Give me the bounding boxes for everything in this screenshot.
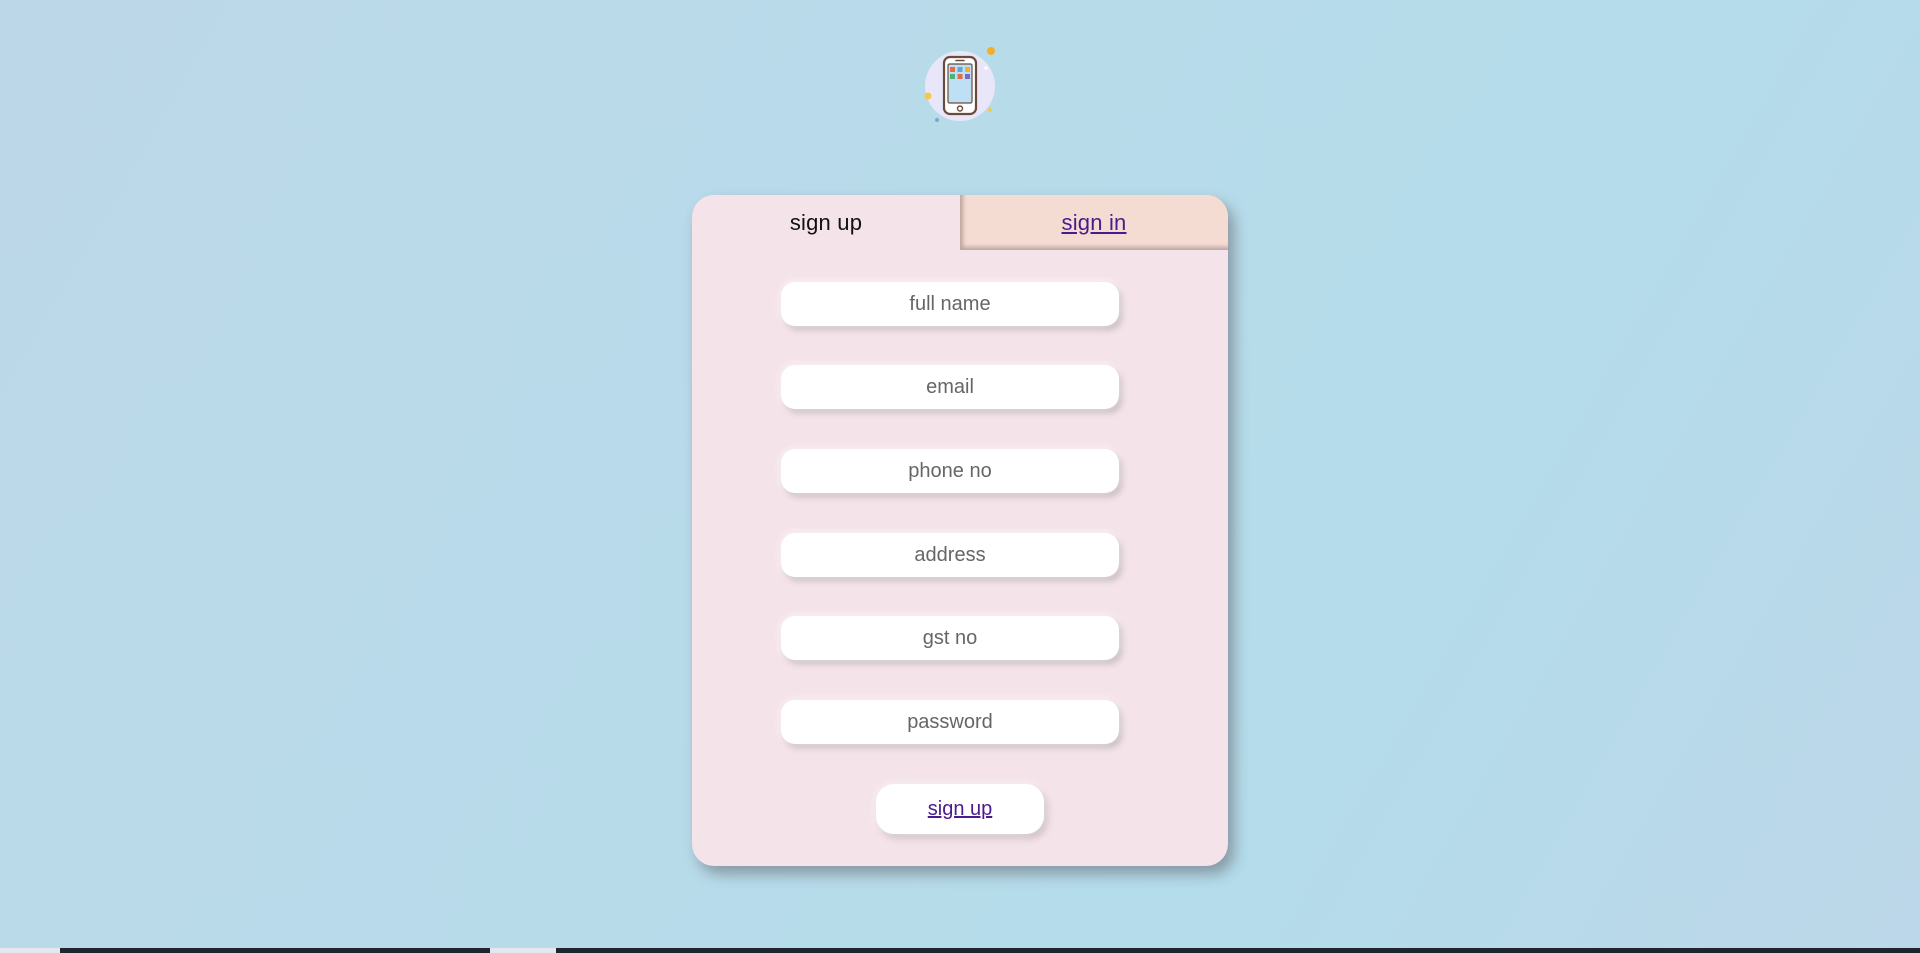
address-input[interactable] (781, 533, 1119, 577)
smartphone-icon (924, 47, 995, 122)
full-name-input[interactable] (781, 282, 1119, 326)
gst-input[interactable] (781, 616, 1119, 660)
tab-sign-in[interactable]: sign in (960, 195, 1228, 250)
sign-up-button-label[interactable]: sign up (928, 798, 993, 821)
tab-sign-up-label: sign up (789, 209, 863, 235)
sign-in-link[interactable]: sign in (1062, 210, 1127, 236)
password-input[interactable] (781, 700, 1119, 744)
bottom-edge-bar (0, 948, 1920, 953)
phone-input[interactable] (781, 449, 1119, 493)
email-input[interactable] (781, 365, 1119, 409)
tab-sign-up[interactable]: sign up (692, 195, 960, 250)
auth-card: sign up sign in sign up (692, 195, 1228, 866)
sign-up-button[interactable]: sign up (876, 784, 1044, 834)
app-logo (920, 46, 1000, 126)
